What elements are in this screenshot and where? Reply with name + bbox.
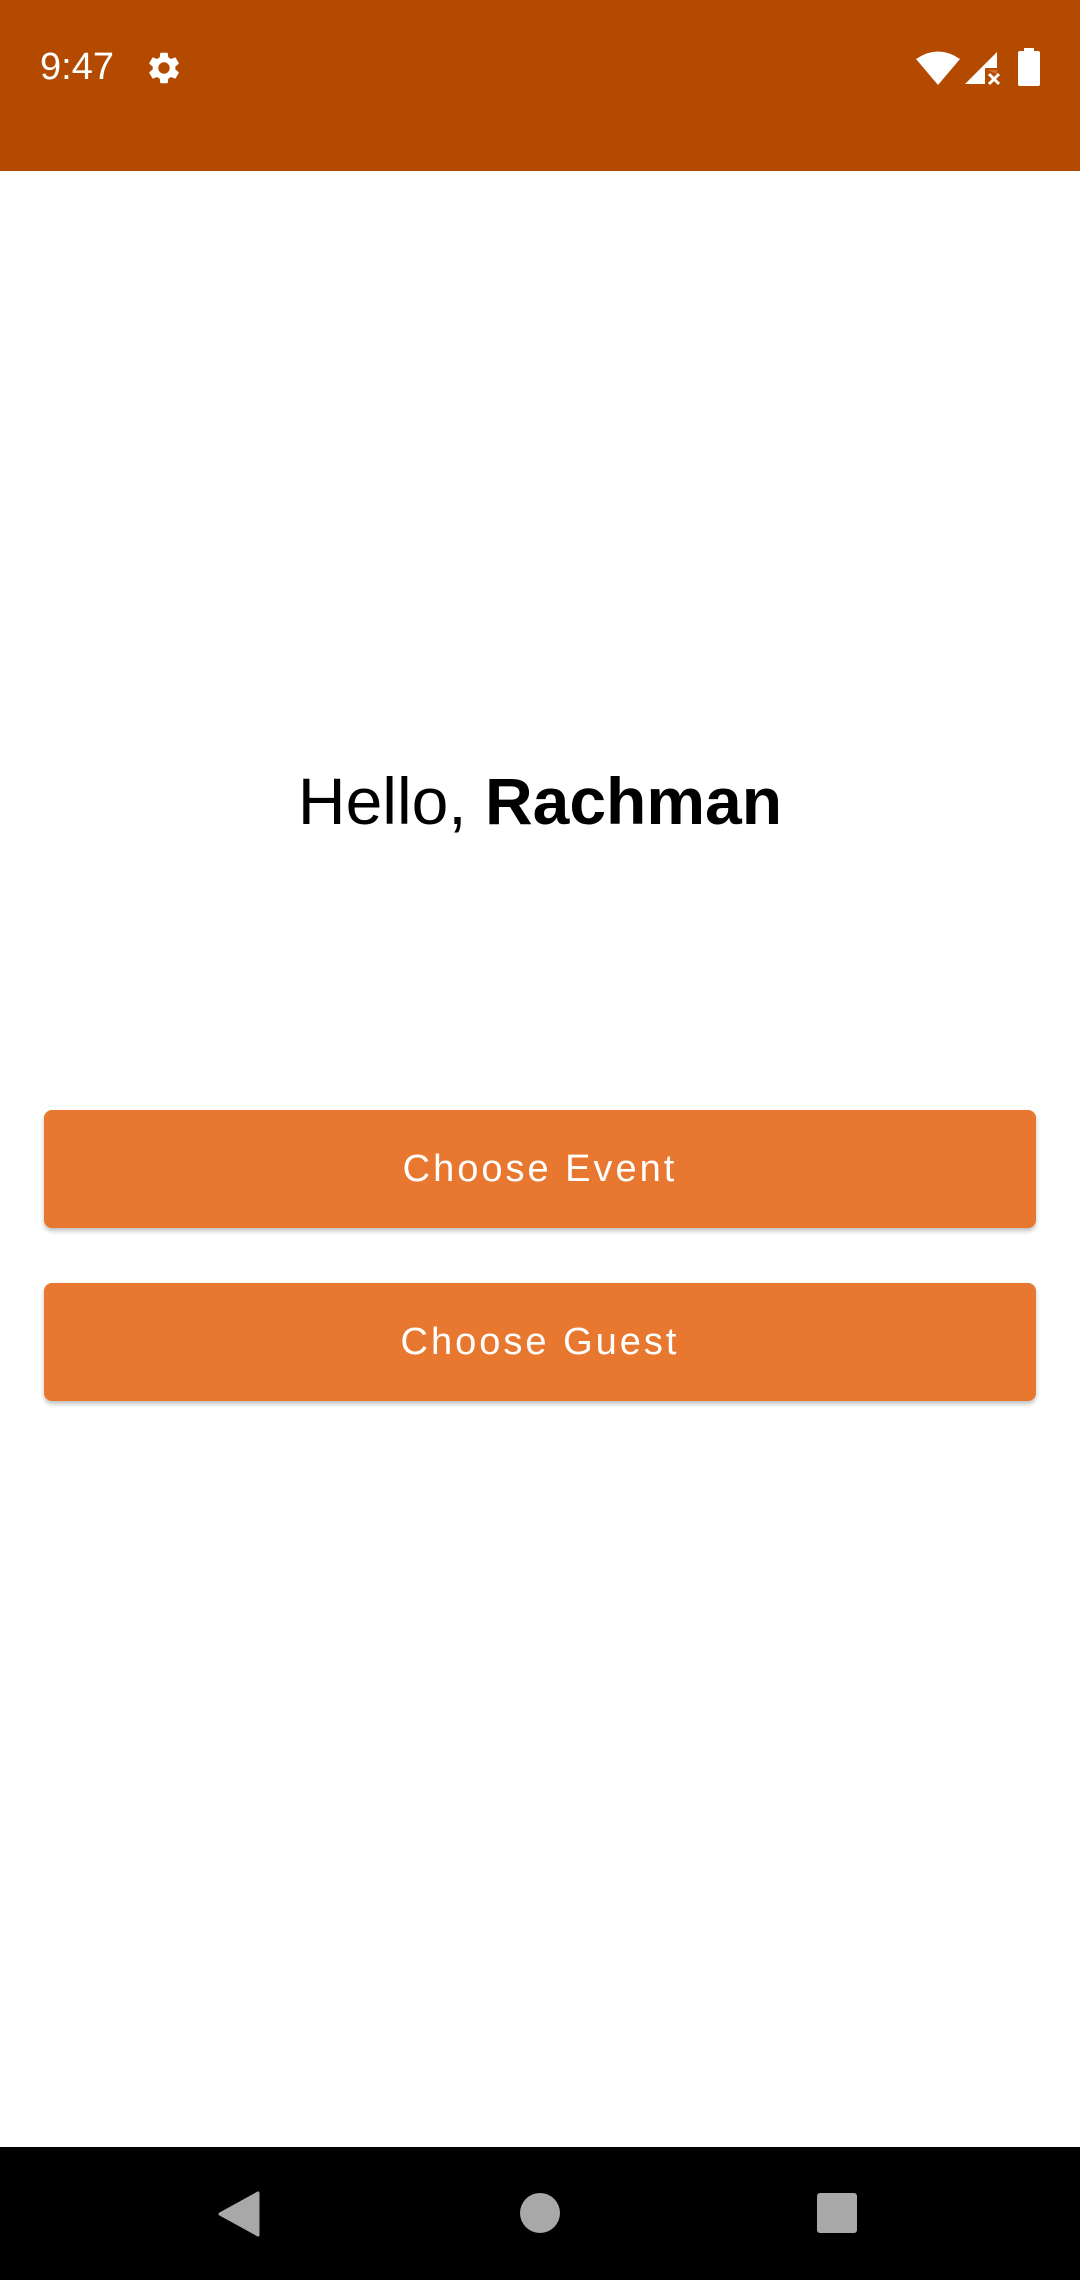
choose-event-button[interactable]: Choose Event — [44, 1110, 1036, 1228]
navigation-bar — [0, 2147, 1080, 2280]
choose-guest-button[interactable]: Choose Guest — [44, 1283, 1036, 1401]
user-name: Rachman — [484, 764, 783, 838]
recents-icon[interactable] — [817, 2193, 857, 2233]
wifi-icon — [916, 51, 960, 85]
home-icon[interactable] — [520, 2193, 560, 2233]
greeting-prefix: Hello, — [297, 764, 485, 838]
gear-icon — [149, 52, 179, 84]
back-icon[interactable] — [218, 2191, 260, 2237]
cell-signal-no-service-icon — [965, 52, 1001, 86]
status-time: 9:47 — [40, 46, 114, 88]
status-bar: 9:47 — [0, 0, 1080, 171]
greeting: Hello, Rachman — [0, 761, 1080, 841]
battery-icon — [1018, 48, 1040, 86]
